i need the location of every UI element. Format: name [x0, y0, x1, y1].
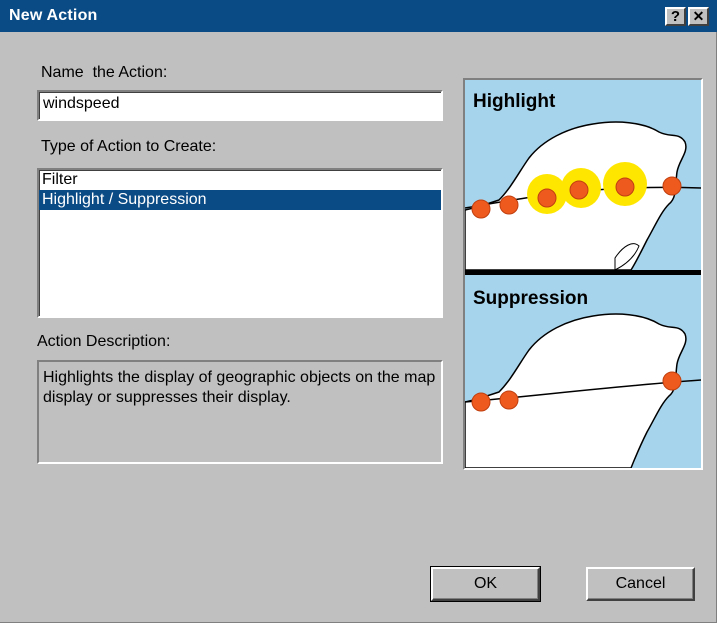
ok-button[interactable]: OK	[430, 566, 541, 602]
help-icon: ?	[670, 8, 681, 25]
cancel-button[interactable]: Cancel	[586, 567, 695, 601]
window-title: New Action	[9, 7, 98, 24]
action-description-box: Highlights the display of geographic obj…	[37, 360, 443, 464]
action-type-listbox[interactable]: Filter Highlight / Suppression	[37, 168, 443, 318]
storm-icon	[471, 392, 491, 412]
action-description-text: Highlights the display of geographic obj…	[43, 369, 436, 406]
list-item-filter[interactable]: Filter	[39, 170, 441, 190]
list-item-highlight-suppression[interactable]: Highlight / Suppression	[39, 190, 441, 210]
help-button[interactable]: ?	[665, 7, 686, 26]
storm-icon	[499, 195, 519, 215]
storm-icon	[499, 390, 519, 410]
storm-icon	[615, 177, 635, 197]
close-icon: ✕	[692, 8, 705, 24]
action-name-input[interactable]: windspeed	[37, 90, 443, 121]
close-button[interactable]: ✕	[688, 7, 709, 26]
name-label: Name the Action:	[41, 64, 168, 81]
storm-icon	[662, 176, 682, 196]
storm-icon	[662, 371, 682, 391]
action-preview-image: Highlight Suppression	[463, 78, 703, 470]
storm-icon	[471, 199, 491, 219]
preview-illustration: Highlight Suppression	[464, 80, 702, 469]
new-action-dialog: New Action ? ✕ Name the Action: windspee…	[0, 0, 717, 623]
type-label: Type of Action to Create:	[41, 138, 217, 155]
highlight-title: Highlight	[473, 91, 556, 112]
storm-icon	[537, 188, 557, 208]
suppression-title: Suppression	[473, 288, 588, 309]
description-label: Action Description:	[37, 333, 171, 350]
preview-divider	[465, 270, 701, 275]
storm-icon	[569, 180, 589, 200]
title-bar[interactable]: New Action ? ✕	[0, 0, 717, 32]
action-name-value: windspeed	[43, 95, 120, 112]
